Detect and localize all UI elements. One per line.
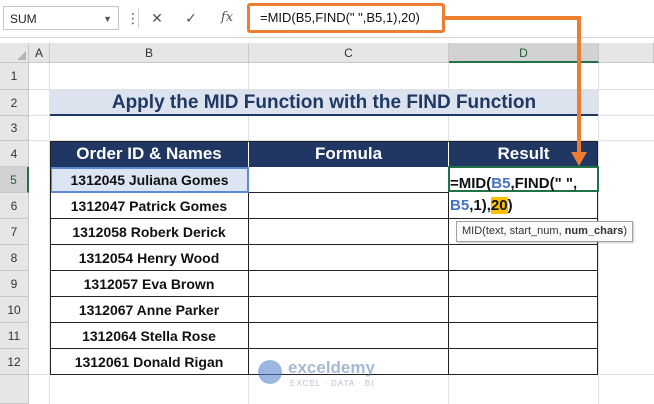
cell-c6[interactable] (249, 193, 449, 219)
cell-b7[interactable]: 1312058 Roberk Derick (50, 219, 249, 245)
row-header-2[interactable]: 2 (0, 90, 29, 116)
row-header-7[interactable]: 7 (0, 219, 29, 245)
name-box-value: SUM (10, 12, 37, 26)
cell-d10[interactable] (449, 297, 598, 323)
table-header-formula: Formula (249, 141, 449, 167)
formula-bar-divider (138, 8, 139, 28)
formula-fn-text: =MID( (450, 175, 492, 192)
formula-ref-b5: B5 (491, 175, 511, 192)
row-header-10[interactable]: 10 (0, 297, 29, 323)
cell-b6[interactable]: 1312047 Patrick Gomes (50, 193, 249, 219)
row-header-3[interactable]: 3 (0, 116, 29, 141)
cell-c5[interactable] (249, 167, 449, 193)
tooltip-close: ) (623, 225, 628, 237)
cell-c9[interactable] (249, 271, 449, 297)
select-all-button[interactable] (0, 43, 29, 63)
watermark-tagline: EXCEL · DATA · BI (290, 379, 375, 388)
insert-function-icon[interactable]: fx (216, 6, 238, 30)
cancel-icon[interactable]: ✕ (146, 6, 168, 30)
cell-d9[interactable] (449, 271, 598, 297)
name-box[interactable]: SUM ▼ (3, 6, 119, 30)
chevron-down-icon[interactable]: ▼ (103, 7, 112, 31)
enter-icon[interactable]: ✓ (180, 6, 202, 30)
cell-d11[interactable] (449, 323, 598, 349)
table-header-order: Order ID & Names (50, 141, 249, 167)
arrow-head-icon (571, 152, 587, 166)
column-header-a[interactable]: A (29, 43, 50, 63)
formula-ref-b5-second: B5 (450, 197, 470, 214)
cell-b10[interactable]: 1312067 Anne Parker (50, 297, 249, 323)
watermark: exceldemy EXCEL · DATA · BI (258, 356, 418, 396)
more-options-icon[interactable]: ⋮ (122, 6, 144, 30)
column-header-e[interactable] (599, 43, 654, 63)
tooltip-args: MID(text, start_num, (462, 225, 565, 237)
tooltip-active-arg: num_chars (564, 225, 624, 237)
cell-b9[interactable]: 1312057 Eva Brown (50, 271, 249, 297)
row-header-4[interactable]: 4 (0, 141, 29, 167)
annotation-arrow-vertical (577, 16, 581, 156)
formula-input[interactable]: =MID(B5,FIND(" ",B5,1),20) (247, 3, 445, 33)
sheet-title: Apply the MID Function with the FIND Fun… (50, 90, 598, 116)
formula-find-text: ,FIND(" ", (510, 175, 578, 192)
formula-close-paren: ) (507, 197, 513, 214)
row-header-1[interactable]: 1 (0, 63, 29, 90)
cell-b8[interactable]: 1312054 Henry Wood (50, 245, 249, 271)
cell-c7[interactable] (249, 219, 449, 245)
formula-args-text: ,1), (469, 197, 491, 214)
cell-c8[interactable] (249, 245, 449, 271)
row-header-9[interactable]: 9 (0, 271, 29, 297)
row-header-8[interactable]: 8 (0, 245, 29, 271)
row-header-13[interactable] (0, 375, 29, 404)
cell-d8[interactable] (449, 245, 598, 271)
cell-d5-formula[interactable]: =MID(B5,FIND(" ", B5,1),20) (450, 173, 610, 217)
watermark-name: exceldemy (288, 358, 375, 377)
cell-d12[interactable] (449, 349, 598, 375)
exceldemy-logo-icon (258, 360, 282, 384)
cell-b12[interactable]: 1312061 Donald Rigan (50, 349, 249, 375)
row-header-11[interactable]: 11 (0, 323, 29, 349)
row-header-12[interactable]: 12 (0, 349, 29, 375)
row-header-6[interactable]: 6 (0, 193, 29, 219)
cell-b5[interactable]: 1312045 Juliana Gomes (50, 167, 249, 193)
row-header-5[interactable]: 5 (0, 167, 29, 193)
cell-c11[interactable] (249, 323, 449, 349)
column-header-c[interactable]: C (249, 43, 449, 63)
function-tooltip[interactable]: MID(text, start_num, num_chars) (456, 221, 634, 242)
cell-b11[interactable]: 1312064 Stella Rose (50, 323, 249, 349)
formula-num-chars-highlight: 20 (490, 197, 508, 214)
cell-c10[interactable] (249, 297, 449, 323)
column-header-b[interactable]: B (50, 43, 249, 63)
annotation-arrow-horizontal (445, 16, 581, 20)
